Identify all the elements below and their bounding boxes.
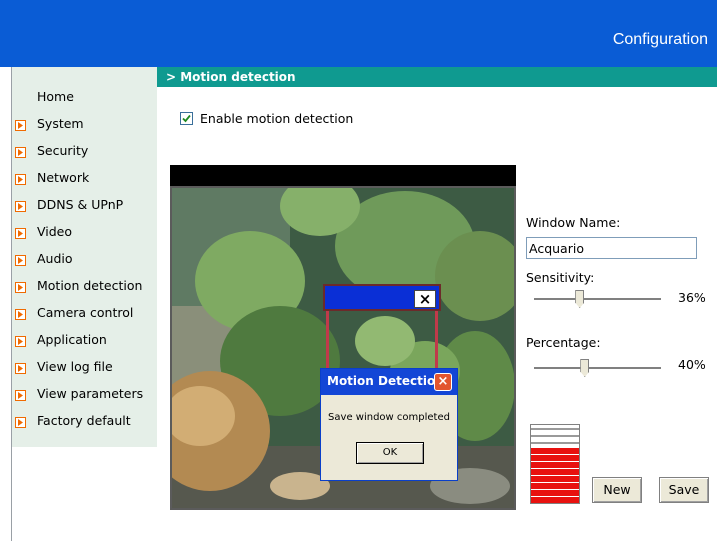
arrow-icon: [15, 417, 26, 428]
sidebar-item-label: System: [37, 116, 84, 131]
arrow-icon: [15, 147, 26, 158]
level-line: [531, 428, 579, 430]
checkmark-icon: [182, 114, 191, 123]
dialog-message: Save window completed: [328, 412, 450, 423]
sidebar-item-label: Home: [37, 89, 74, 104]
sidebar-item-network[interactable]: Network: [12, 167, 157, 191]
level-line: [531, 435, 579, 437]
sensitivity-value: 36%: [678, 290, 706, 305]
motion-window-titlebar[interactable]: ×: [323, 284, 441, 311]
sidebar-item-label: Factory default: [37, 413, 131, 428]
arrow-icon: [15, 174, 26, 185]
sidebar-item-factory-default[interactable]: Factory default: [12, 410, 157, 434]
sidebar-item-label: Audio: [37, 251, 73, 266]
percentage-slider-thumb[interactable]: [580, 359, 590, 377]
header-bar: Configuration: [0, 0, 717, 67]
sidebar-item-system[interactable]: System: [12, 113, 157, 137]
sidebar: Home System Security Network DDNS & UPnP…: [12, 67, 157, 447]
sidebar-item-label: Video: [37, 224, 73, 239]
arrow-icon: [15, 390, 26, 401]
sidebar-item-audio[interactable]: Audio: [12, 248, 157, 272]
section-title: > Motion detection: [166, 70, 296, 84]
window-name-input[interactable]: Acquario: [526, 237, 697, 259]
arrow-icon: [15, 282, 26, 293]
sidebar-item-view-log-file[interactable]: View log file: [12, 356, 157, 380]
level-separator: [531, 447, 579, 448]
level-separator: [531, 496, 579, 497]
sensitivity-slider-thumb[interactable]: [575, 290, 585, 308]
sidebar-item-ddns-upnp[interactable]: DDNS & UPnP: [12, 194, 157, 218]
enable-motion-checkbox[interactable]: [180, 112, 193, 125]
sidebar-item-security[interactable]: Security: [12, 140, 157, 164]
sidebar-item-video[interactable]: Video: [12, 221, 157, 245]
arrow-icon: [15, 120, 26, 131]
sidebar-item-home[interactable]: Home: [12, 86, 157, 110]
sidebar-item-label: Motion detection: [37, 278, 143, 293]
dialog-titlebar[interactable]: Motion Detection ×: [321, 369, 457, 395]
sidebar-item-label: DDNS & UPnP: [37, 197, 124, 212]
level-separator: [531, 454, 579, 455]
close-icon[interactable]: ×: [414, 290, 436, 308]
sidebar-item-label: View log file: [37, 359, 113, 374]
arrow-icon: [15, 309, 26, 320]
sidebar-item-label: Security: [37, 143, 89, 158]
level-line: [531, 442, 579, 444]
arrow-icon: [15, 363, 26, 374]
ok-button[interactable]: OK: [356, 442, 424, 464]
level-separator: [531, 475, 579, 476]
enable-motion-label: Enable motion detection: [200, 111, 354, 126]
save-dialog: Motion Detection × Save window completed…: [320, 368, 458, 481]
sidebar-item-camera-control[interactable]: Camera control: [12, 302, 157, 326]
sidebar-item-label: View parameters: [37, 386, 144, 401]
save-button[interactable]: Save: [659, 477, 709, 503]
motion-level-fill: [531, 447, 579, 503]
level-separator: [531, 461, 579, 462]
sidebar-item-label: Camera control: [37, 305, 134, 320]
arrow-icon: [15, 228, 26, 239]
arrow-icon: [15, 255, 26, 266]
header-title: Configuration: [612, 31, 708, 48]
percentage-label: Percentage:: [526, 335, 601, 350]
sensitivity-label: Sensitivity:: [526, 270, 595, 285]
arrow-icon: [15, 336, 26, 347]
sidebar-item-label: Application: [37, 332, 107, 347]
percentage-value: 40%: [678, 357, 706, 372]
percentage-slider-track[interactable]: [534, 367, 661, 370]
dialog-title: Motion Detection: [327, 374, 444, 388]
video-top-bar: [170, 165, 516, 186]
arrow-icon: [15, 201, 26, 212]
level-separator: [531, 468, 579, 469]
sidebar-item-label: Network: [37, 170, 90, 185]
sidebar-item-application[interactable]: Application: [12, 329, 157, 353]
dialog-close-icon[interactable]: ×: [434, 373, 452, 391]
new-button[interactable]: New: [592, 477, 642, 503]
sidebar-item-motion-detection[interactable]: Motion detection: [12, 275, 157, 299]
motion-level-indicator: [530, 424, 580, 504]
level-separator: [531, 489, 579, 490]
window-name-label: Window Name:: [526, 215, 621, 230]
section-header: > Motion detection: [157, 67, 717, 87]
level-separator: [531, 482, 579, 483]
sidebar-item-view-parameters[interactable]: View parameters: [12, 383, 157, 407]
sensitivity-slider-track[interactable]: [534, 298, 661, 301]
